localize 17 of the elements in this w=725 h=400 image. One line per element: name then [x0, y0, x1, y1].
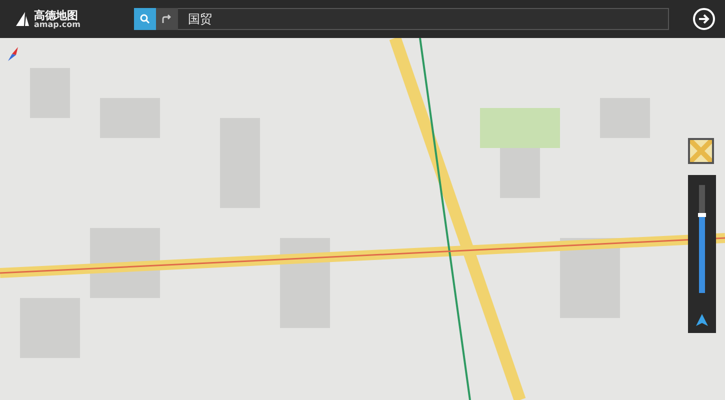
sail-logo-icon [14, 11, 30, 27]
zoom-slider[interactable] [699, 185, 705, 293]
zoom-thumb[interactable] [698, 213, 706, 218]
search-input[interactable]: 国贸 [178, 9, 668, 29]
map-layer-button[interactable] [688, 138, 714, 164]
logo-domain: amap.com [34, 20, 80, 28]
go-button[interactable] [693, 8, 715, 30]
locate-button[interactable] [695, 313, 709, 327]
turn-arrow-icon [162, 14, 172, 24]
search-icon [140, 14, 150, 24]
arrow-right-icon [698, 13, 710, 25]
map-thumbnail-icon [690, 140, 712, 162]
search-button[interactable] [134, 8, 156, 30]
logo-name: 高德地图 [34, 10, 79, 20]
navigation-arrow-icon [695, 313, 709, 327]
compass-icon[interactable] [6, 46, 20, 62]
route-button[interactable] [156, 8, 178, 30]
